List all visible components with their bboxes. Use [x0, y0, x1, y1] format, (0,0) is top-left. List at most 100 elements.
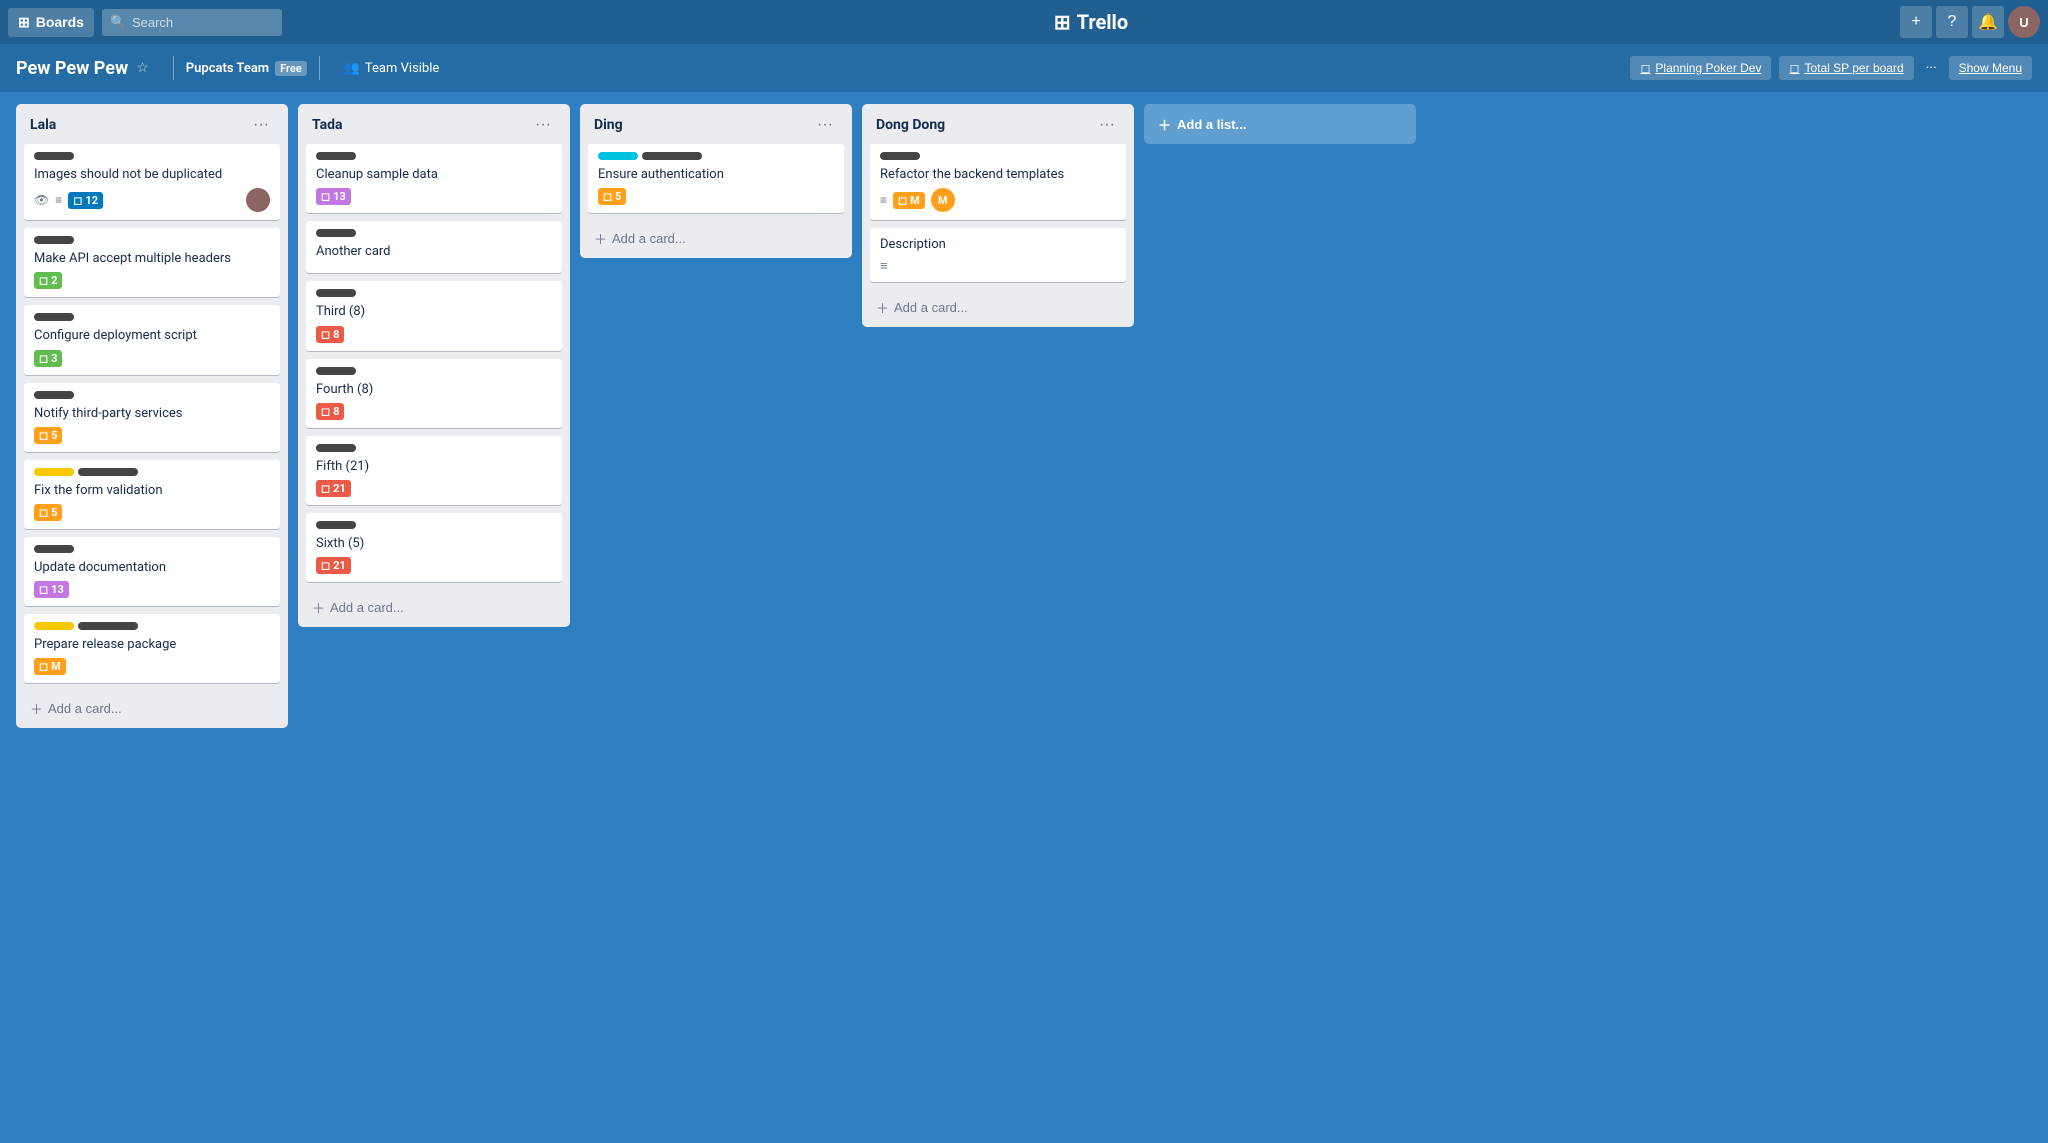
card-badge: ◻ 21	[316, 557, 351, 574]
badge-value: 13	[51, 583, 64, 596]
add-list-label: Add a list...	[1177, 117, 1246, 132]
badge-icon: ◻	[321, 328, 330, 341]
card-title-t5: Fifth (21)	[316, 458, 552, 476]
badge-icon: ◻	[39, 274, 48, 287]
list-menu-tada[interactable]: ···	[530, 114, 556, 136]
plus-icon: ＋	[1158, 115, 1171, 134]
card-title-c3: Configure deployment script	[34, 327, 270, 345]
add-button[interactable]: +	[1900, 6, 1932, 38]
team-visible: 👥 Team Visible	[344, 61, 440, 76]
card-t4[interactable]: Fourth (8) ◻ 8	[306, 359, 562, 428]
card-labels	[316, 289, 552, 297]
list-header-dongdong: Dong Dong ···	[862, 104, 1134, 144]
planning-poker-button[interactable]: ◻ Planning Poker Dev	[1630, 56, 1771, 80]
add-list-button[interactable]: ＋ Add a list...	[1144, 104, 1416, 144]
card-labels	[34, 391, 270, 399]
card-title-c5: Fix the form validation	[34, 482, 270, 500]
card-c3[interactable]: Configure deployment script ◻ 3	[24, 305, 280, 374]
list-header-ding: Ding ···	[580, 104, 852, 144]
plus-icon: +	[1911, 13, 1920, 31]
card-meta: ◻ 5	[34, 427, 270, 444]
card-t2[interactable]: Another card	[306, 221, 562, 273]
card-c4[interactable]: Notify third-party services ◻ 5	[24, 383, 280, 452]
visibility-label: Team Visible	[365, 61, 439, 76]
badge-value: 2	[51, 274, 57, 287]
board-header: Pew Pew Pew ☆ Pupcats Team Free 👥 Team V…	[0, 44, 2048, 92]
list-menu-dongdong[interactable]: ···	[1094, 114, 1120, 136]
card-labels	[34, 152, 270, 160]
total-sp-button[interactable]: ◻ Total SP per board	[1779, 56, 1913, 80]
label-bar	[34, 313, 74, 321]
list-menu-lala[interactable]: ···	[248, 114, 274, 136]
card-c1[interactable]: Images should not be duplicated👁≡ ◻ 12	[24, 144, 280, 220]
desc-icon: ≡	[880, 258, 888, 274]
board-content: Lala ··· Images should not be duplicated…	[0, 92, 2048, 1143]
list-icon: ≡	[880, 193, 887, 207]
badge-value: 21	[333, 482, 346, 495]
card-t1[interactable]: Cleanup sample data ◻ 13	[306, 144, 562, 213]
list-header-lala: Lala ···	[16, 104, 288, 144]
card-c6[interactable]: Update documentation ◻ 13	[24, 537, 280, 606]
card-c7[interactable]: Prepare release package ◻ M	[24, 614, 280, 683]
card-dd2[interactable]: Description≡	[870, 228, 1126, 282]
card-meta: ◻ M	[34, 658, 270, 675]
card-t6[interactable]: Sixth (5) ◻ 21	[306, 513, 562, 582]
add-card-ding[interactable]: ＋Add a card...	[580, 221, 852, 258]
card-c5[interactable]: Fix the form validation ◻ 5	[24, 460, 280, 529]
card-avatar	[246, 188, 270, 212]
boards-button[interactable]: ⊞ Boards	[8, 8, 94, 37]
card-title-d1: Ensure authentication	[598, 166, 834, 184]
bell-icon: 🔔	[1978, 12, 1998, 32]
add-card-tada[interactable]: ＋Add a card...	[298, 590, 570, 627]
card-badge: ◻ 3	[34, 350, 62, 367]
user-avatar[interactable]: U	[2008, 6, 2040, 38]
star-button[interactable]: ☆	[136, 60, 149, 76]
help-button[interactable]: ?	[1936, 6, 1968, 38]
card-meta: ◻ 2	[34, 272, 270, 289]
card-meta: ◻ 13	[34, 581, 270, 598]
label-bar	[34, 236, 74, 244]
show-menu-button[interactable]: Show Menu	[1949, 56, 2032, 80]
card-t5[interactable]: Fifth (21) ◻ 21	[306, 436, 562, 505]
label-bar	[316, 289, 356, 297]
visibility-icon: 👥	[344, 61, 360, 76]
badge-icon: ◻	[603, 190, 612, 203]
list-menu-ding[interactable]: ···	[812, 114, 838, 136]
list-title-lala: Lala	[30, 117, 56, 133]
add-card-label: Add a card...	[330, 600, 404, 615]
total-sp-label: Total SP per board	[1804, 61, 1903, 75]
card-d1[interactable]: Ensure authentication ◻ 5	[588, 144, 844, 213]
badge-value: 8	[333, 328, 339, 341]
label-bar	[316, 444, 356, 452]
notifications-button[interactable]: 🔔	[1972, 6, 2004, 38]
list-title-ding: Ding	[594, 117, 623, 133]
badge-icon: ◻	[39, 660, 48, 673]
badge-icon: ◻	[321, 190, 330, 203]
logo-text: Trello	[1077, 10, 1129, 34]
badge-icon: ◻	[73, 194, 82, 207]
search-input[interactable]	[102, 9, 282, 36]
card-badge: ◻ M	[34, 658, 66, 675]
badge-icon: ◻	[39, 429, 48, 442]
label-bar	[880, 152, 920, 160]
card-dd1[interactable]: Refactor the backend templates≡ ◻ M M	[870, 144, 1126, 220]
planning-poker-icon: ◻	[1640, 61, 1650, 75]
card-c2[interactable]: Make API accept multiple headers ◻ 2	[24, 228, 280, 297]
card-t3[interactable]: Third (8) ◻ 8	[306, 281, 562, 350]
list-lala: Lala ··· Images should not be duplicated…	[16, 104, 288, 728]
badge-icon: ◻	[321, 559, 330, 572]
add-card-lala[interactable]: ＋Add a card...	[16, 691, 288, 728]
total-sp-icon: ◻	[1789, 61, 1799, 75]
show-menu-label: Show Menu	[1959, 61, 2022, 75]
help-icon: ?	[1948, 13, 1957, 31]
add-card-label: Add a card...	[612, 231, 686, 246]
card-badge: ◻ 8	[316, 326, 344, 343]
label-bar	[34, 468, 74, 476]
list-ding: Ding ··· Ensure authentication ◻ 5 ＋Add …	[580, 104, 852, 258]
label-bar	[642, 152, 702, 160]
add-card-label: Add a card...	[894, 300, 968, 315]
add-card-dongdong[interactable]: ＋Add a card...	[862, 290, 1134, 327]
card-labels	[316, 229, 552, 237]
card-labels	[34, 545, 270, 553]
card-title-c2: Make API accept multiple headers	[34, 250, 270, 268]
